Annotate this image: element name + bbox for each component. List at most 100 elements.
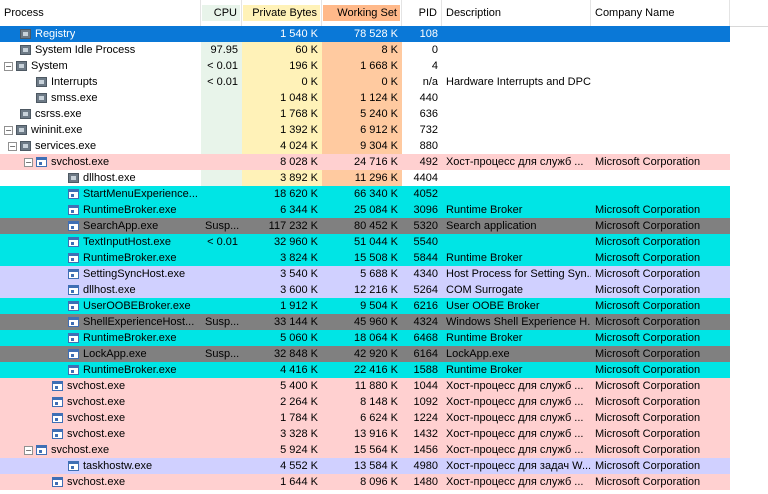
- cell-desc: Runtime Broker: [442, 202, 591, 218]
- cell-company: Microsoft Corporation: [591, 426, 730, 442]
- cell-working: 5 688 K: [322, 266, 402, 282]
- cell-private: 18 620 K: [242, 186, 322, 202]
- cell-desc: Host Process for Setting Syn...: [442, 266, 591, 282]
- process-name: ShellExperienceHost...: [83, 316, 195, 328]
- process-row[interactable]: dllhost.exe 3 892 K 11 296 K 4404: [0, 170, 768, 186]
- cell-pid: 4324: [402, 314, 442, 330]
- cell-working: 15 508 K: [322, 250, 402, 266]
- cell-desc: [442, 26, 591, 42]
- cell-pid: 1224: [402, 410, 442, 426]
- process-name: svchost.exe: [67, 476, 126, 488]
- cell-cpu: [201, 394, 242, 410]
- cell-company: Microsoft Corporation: [591, 282, 730, 298]
- cell-company: Microsoft Corporation: [591, 410, 730, 426]
- cell-desc: Runtime Broker: [442, 250, 591, 266]
- cell-pid: 880: [419, 140, 438, 152]
- cell-company: Microsoft Corporation: [591, 330, 730, 346]
- process-name: svchost.exe: [67, 380, 126, 392]
- cell-company: Microsoft Corporation: [591, 458, 730, 474]
- cell-cpu: < 0.01: [201, 234, 242, 250]
- collapse-toggle-icon[interactable]: −: [4, 125, 13, 135]
- column-header-cpu[interactable]: CPU: [201, 0, 242, 26]
- cell-private: 32 848 K: [242, 346, 322, 362]
- cell-desc: [442, 170, 591, 186]
- process-row[interactable]: − wininit.exe 1 392 K6 912 K 732: [0, 122, 768, 138]
- cell-cpu: [201, 426, 242, 442]
- column-header-process[interactable]: Process: [0, 0, 201, 26]
- process-row[interactable]: ShellExperienceHost... Susp... 33 144 K 45 …: [0, 314, 768, 330]
- system-process-icon: [16, 61, 27, 71]
- process-row[interactable]: RuntimeBroker.exe 4 416 K 22 416 K 1588 Runt…: [0, 362, 768, 378]
- cell-working: 0 K: [322, 74, 402, 90]
- window-process-icon: [68, 301, 79, 311]
- process-name: System Idle Process: [35, 44, 136, 56]
- cell-private: 1 540 K: [242, 26, 322, 42]
- cell-cpu: 97.95: [201, 42, 242, 58]
- process-row[interactable]: RuntimeBroker.exe 3 824 K 15 508 K 5844 Runt…: [0, 250, 768, 266]
- cell-working: 8 096 K: [322, 474, 402, 490]
- cell-cpu: [201, 410, 242, 426]
- process-row[interactable]: RuntimeBroker.exe 6 344 K 25 084 K 3096 Runt…: [0, 202, 768, 218]
- cell-company: Microsoft Corporation: [591, 250, 730, 266]
- process-row[interactable]: csrss.exe 1 768 K5 240 K 636: [0, 106, 768, 122]
- process-row[interactable]: SettingSyncHost.exe 3 540 K5 688 K 4340 Hos…: [0, 266, 768, 282]
- process-tree-grid: Process CPU Private Bytes Working Set PI…: [0, 0, 768, 494]
- cell-cpu: [201, 250, 242, 266]
- process-row[interactable]: taskhostw.exe 4 552 K 13 584 K 4980 Хост-про…: [0, 458, 768, 474]
- cell-cpu: < 0.01: [201, 58, 242, 74]
- cell-cpu: Susp...: [201, 346, 242, 362]
- cell-pid: 1092: [402, 394, 442, 410]
- cell-private: 8 028 K: [242, 154, 322, 170]
- process-name: SettingSyncHost.exe: [83, 268, 186, 280]
- process-row[interactable]: System Idle Process 97.95 60 K8 K 0: [0, 42, 768, 58]
- collapse-toggle-icon[interactable]: −: [8, 141, 17, 151]
- cell-working: 18 064 K: [322, 330, 402, 346]
- collapse-toggle-icon[interactable]: −: [24, 445, 33, 455]
- process-row[interactable]: svchost.exe 3 328 K 13 916 K 1432 Хост-проце…: [0, 426, 768, 442]
- column-header-private-bytes[interactable]: Private Bytes: [242, 0, 322, 26]
- process-row[interactable]: UserOOBEBroker.exe 1 912 K9 504 K 6216 User…: [0, 298, 768, 314]
- cell-pid: 5540: [402, 234, 442, 250]
- column-header-description[interactable]: Description: [442, 0, 591, 26]
- window-process-icon: [36, 445, 47, 455]
- process-row[interactable]: svchost.exe 2 264 K8 148 K 1092 Хост-процес…: [0, 394, 768, 410]
- process-row[interactable]: svchost.exe 1 784 K6 624 K 1224 Хост-процес…: [0, 410, 768, 426]
- process-row[interactable]: LockApp.exe Susp... 32 848 K 42 920 K 6164 Lo…: [0, 346, 768, 362]
- cell-company: Microsoft Corporation: [591, 234, 730, 250]
- column-header-working-set[interactable]: Working Set: [322, 0, 402, 26]
- cell-private: 5 400 K: [242, 378, 322, 394]
- column-header-pid[interactable]: PID: [402, 0, 442, 26]
- collapse-toggle-icon[interactable]: −: [24, 157, 33, 167]
- process-row[interactable]: Registry 1 540 K 78 528 K 108: [0, 26, 768, 42]
- process-row[interactable]: Interrupts < 0.01 0 K0 Kn/a Hardware Interr…: [0, 74, 768, 90]
- process-row[interactable]: dllhost.exe 3 600 K 12 216 K 5264 COM Surrog…: [0, 282, 768, 298]
- column-header-company[interactable]: Company Name: [591, 0, 730, 26]
- process-row[interactable]: RuntimeBroker.exe 5 060 K 18 064 K 6468 Runt…: [0, 330, 768, 346]
- process-row[interactable]: smss.exe 1 048 K1 124 K 440: [0, 90, 768, 106]
- cell-desc: Runtime Broker: [442, 362, 591, 378]
- cell-working: 1 124 K: [322, 90, 402, 106]
- process-row[interactable]: − services.exe 4 024 K9 304 K 880: [0, 138, 768, 154]
- system-process-icon: [36, 93, 47, 103]
- cell-private: 1 644 K: [242, 474, 322, 490]
- process-row[interactable]: − svchost.exe 5 924 K 15 564 K 1456 Хост-проц…: [0, 442, 768, 458]
- cell-working: 45 960 K: [322, 314, 402, 330]
- collapse-toggle-icon[interactable]: −: [4, 61, 13, 71]
- cell-cpu: [201, 330, 242, 346]
- cell-private: 0 K: [242, 74, 322, 90]
- process-name: UserOOBEBroker.exe: [83, 300, 191, 312]
- process-row[interactable]: svchost.exe 1 644 K8 096 K 1480 Хост-процес…: [0, 474, 768, 490]
- process-row[interactable]: StartMenuExperience... 18 620 K 66 340 K 40…: [0, 186, 768, 202]
- cell-working: 13 916 K: [322, 426, 402, 442]
- process-name: TextInputHost.exe: [83, 236, 172, 248]
- cell-cpu: [201, 282, 242, 298]
- process-name: svchost.exe: [67, 396, 126, 408]
- process-row[interactable]: svchost.exe 5 400 K 11 880 K 1044 Хост-проце…: [0, 378, 768, 394]
- cell-working: 42 920 K: [322, 346, 402, 362]
- process-row[interactable]: TextInputHost.exe < 0.01 32 960 K 51 044 K5…: [0, 234, 768, 250]
- process-row[interactable]: − svchost.exe 8 028 K 24 716 K 492 Хост-проце…: [0, 154, 768, 170]
- process-row[interactable]: SearchApp.exe Susp... 117 232 K 80 452 K 532…: [0, 218, 768, 234]
- window-process-icon: [52, 477, 63, 487]
- window-process-icon: [68, 317, 79, 327]
- process-row[interactable]: − System < 0.01 196 K1 668 K 4: [0, 58, 768, 74]
